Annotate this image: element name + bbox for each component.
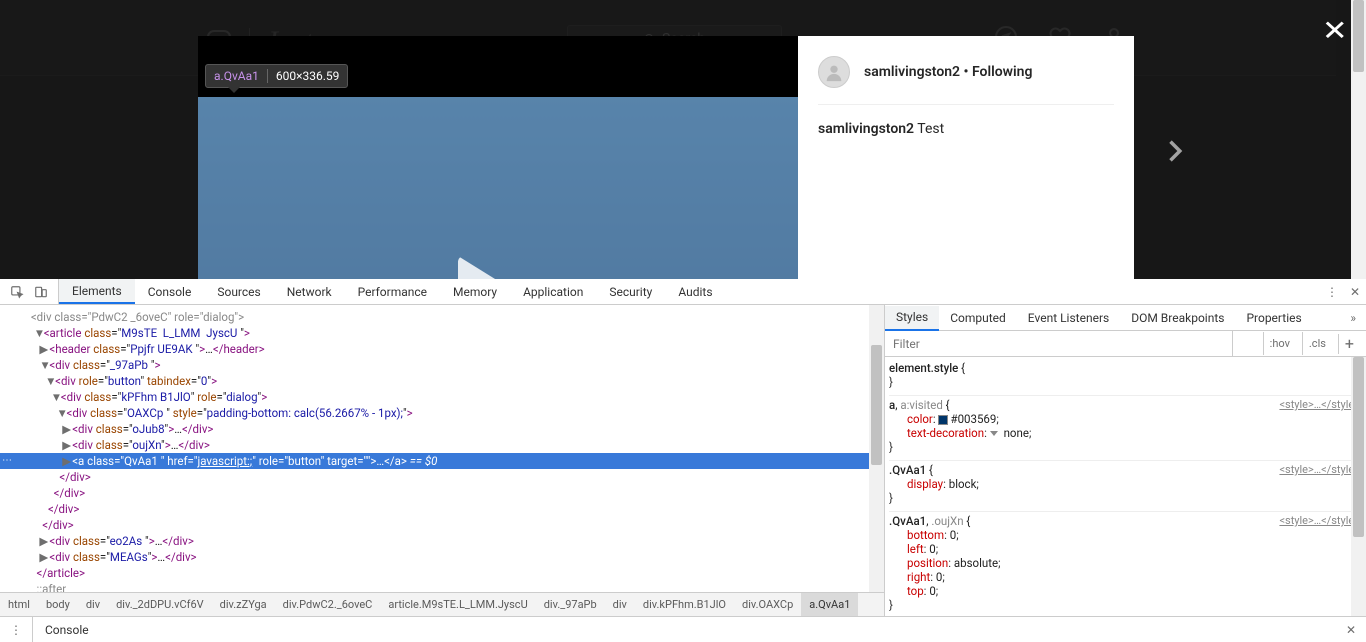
- dom-node[interactable]: ▼<div class="OAXCp " style="padding-bott…: [0, 405, 884, 421]
- dom-node[interactable]: ▶<div class="oJub8">…</div>: [0, 421, 884, 437]
- css-rule[interactable]: element.style {}: [889, 359, 1362, 396]
- dom-node[interactable]: ::after: [0, 581, 884, 592]
- breadcrumb-item[interactable]: div: [605, 593, 635, 616]
- styles-toggle-add[interactable]: +: [1338, 334, 1360, 354]
- breadcrumb-item[interactable]: div._97aPb: [536, 593, 605, 616]
- devtools-main-tabs: ElementsConsoleSourcesNetworkPerformance…: [0, 279, 1366, 305]
- drawer-close-icon[interactable]: ✕: [1346, 623, 1356, 637]
- post-username-row: samlivingston2 • Following: [864, 64, 1032, 80]
- breadcrumb-item[interactable]: body: [38, 593, 78, 616]
- follow-state[interactable]: Following: [972, 64, 1032, 80]
- inspector-highlight-overlay: [198, 97, 798, 279]
- dom-node[interactable]: ▶<div class="eo2As ">…</div>: [0, 533, 884, 549]
- caption-username[interactable]: samlivingston2: [818, 121, 914, 137]
- dom-node[interactable]: ▶<a class="QvAa1 " href="javascript:;" r…: [0, 453, 884, 469]
- css-rule[interactable]: <style>…</style>.QvAa1 {display: block;}: [889, 461, 1362, 512]
- styles-scrollbar[interactable]: [1351, 357, 1366, 616]
- styles-tab-computed[interactable]: Computed: [939, 305, 1017, 330]
- breadcrumb-item[interactable]: div.OAXCp: [734, 593, 801, 616]
- drawer-console-tab[interactable]: Console: [33, 623, 101, 637]
- dom-node[interactable]: ▶<div class="oujXn">…</div>: [0, 437, 884, 453]
- elements-dom-tree[interactable]: <div class="PdwC2 _6oveC" role="dialog">…: [0, 305, 885, 616]
- drawer-kebab-icon[interactable]: ⋮: [0, 617, 33, 642]
- css-rule[interactable]: <style>…</style>.QvAa1, .oujXn {bottom: …: [889, 512, 1362, 616]
- breadcrumb-item[interactable]: a.QvAa1: [801, 593, 858, 616]
- devtools-tab-security[interactable]: Security: [596, 279, 665, 304]
- styles-pane: StylesComputedEvent ListenersDOM Breakpo…: [885, 305, 1366, 616]
- inspector-size-tooltip: a.QvAa1 600×336.59: [205, 64, 348, 88]
- devtools-tab-network[interactable]: Network: [274, 279, 345, 304]
- dom-node[interactable]: </article>: [0, 565, 884, 581]
- dom-node[interactable]: </div>: [0, 501, 884, 517]
- devtools-tab-audits[interactable]: Audits: [665, 279, 725, 304]
- styles-tab-styles[interactable]: Styles: [885, 306, 939, 331]
- post-header: samlivingston2 • Following: [818, 56, 1114, 105]
- instagram-page-background: Instagram Search samliv: [0, 0, 1366, 279]
- breadcrumb-item[interactable]: html: [0, 593, 38, 616]
- post-caption: samlivingston2 Test: [818, 105, 1114, 137]
- devtools-tabs-right: ⋮ ✕: [1326, 285, 1360, 299]
- css-rule[interactable]: <style>…</style>a, a:visited {color: #00…: [889, 396, 1362, 461]
- breadcrumb-item[interactable]: div.zZYga: [212, 593, 275, 616]
- post-username[interactable]: samlivingston2: [864, 64, 960, 80]
- dom-node[interactable]: </div>: [0, 485, 884, 501]
- dom-node[interactable]: ▼<article class="M9sTE L_LMM JyscU ">: [0, 325, 884, 341]
- dom-node[interactable]: ▶<div class="MEAGs">…</div>: [0, 549, 884, 565]
- breadcrumb-item[interactable]: div: [78, 593, 108, 616]
- dom-node[interactable]: </div>: [0, 517, 884, 533]
- styles-toggle-cls[interactable]: .cls: [1302, 332, 1332, 355]
- devtools-kebab-icon[interactable]: ⋮: [1326, 285, 1338, 299]
- styles-tab-properties[interactable]: Properties: [1235, 305, 1312, 330]
- styles-toggles: :hov .cls +: [1257, 332, 1366, 355]
- styles-filter-input[interactable]: [885, 331, 1233, 356]
- styles-toolbar: :hov .cls +: [885, 331, 1366, 357]
- dom-node[interactable]: ▶<header class="Ppjfr UE9AK ">…</header>: [0, 341, 884, 357]
- dom-node[interactable]: ▼<div class="kPFhm B1JlO" role="dialog">: [0, 389, 884, 405]
- play-icon: [458, 256, 516, 279]
- chevron-right-icon: [1160, 137, 1188, 165]
- devtools-tab-application[interactable]: Application: [510, 279, 596, 304]
- devtools-tab-console[interactable]: Console: [135, 279, 205, 304]
- tooltip-selector: a.QvAa1: [214, 69, 259, 83]
- page-scrollbar[interactable]: [1351, 0, 1366, 279]
- devtools-panel: ElementsConsoleSourcesNetworkPerformance…: [0, 279, 1366, 642]
- dom-node[interactable]: <div class="PdwC2 _6oveC" role="dialog">: [0, 309, 884, 325]
- devtools-tab-performance[interactable]: Performance: [345, 279, 440, 304]
- devtools-drawer: ⋮ Console ✕: [0, 616, 1366, 642]
- dom-node[interactable]: </div>: [0, 469, 884, 485]
- device-toggle-icon[interactable]: [34, 285, 48, 299]
- close-modal-button[interactable]: ✕: [1321, 14, 1347, 47]
- dom-breadcrumbs[interactable]: htmlbodydivdiv._2dDPU.vCf6Vdiv.zZYgadiv.…: [0, 592, 884, 616]
- devtools-close-icon[interactable]: ✕: [1350, 285, 1360, 299]
- devtools-body: <div class="PdwC2 _6oveC" role="dialog">…: [0, 305, 1366, 616]
- styles-scrollbar-thumb[interactable]: [1353, 357, 1364, 537]
- avatar[interactable]: [818, 56, 850, 88]
- tooltip-dimensions: 600×336.59: [276, 69, 340, 83]
- devtools-tab-memory[interactable]: Memory: [440, 279, 510, 304]
- styles-tabs-overflow-icon[interactable]: »: [1340, 311, 1366, 325]
- styles-rules-list[interactable]: element.style {}<style>…</style>a, a:vis…: [885, 357, 1366, 616]
- dom-node[interactable]: ▼<div class="_97aPb ">: [0, 357, 884, 373]
- devtools-tab-sources[interactable]: Sources: [204, 279, 273, 304]
- styles-tab-dom-breakpoints[interactable]: DOM Breakpoints: [1120, 305, 1235, 330]
- styles-toggle-hov[interactable]: :hov: [1263, 332, 1296, 355]
- styles-tabs: StylesComputedEvent ListenersDOM Breakpo…: [885, 305, 1366, 331]
- styles-tab-event-listeners[interactable]: Event Listeners: [1017, 305, 1120, 330]
- avatar-placeholder-icon: [823, 61, 845, 83]
- breadcrumb-item[interactable]: div.PdwC2._6oveC: [275, 593, 381, 616]
- breadcrumb-item[interactable]: article.M9sTE.L_LMM.JyscU: [380, 593, 535, 616]
- page-scrollbar-thumb[interactable]: [1353, 0, 1364, 72]
- caption-text: Test: [917, 121, 944, 137]
- inspect-element-icon[interactable]: [10, 285, 24, 299]
- play-button[interactable]: [458, 256, 516, 279]
- breadcrumb-item[interactable]: div.kPFhm.B1JlO: [635, 593, 734, 616]
- dom-node[interactable]: ▼<div role="button" tabindex="0">: [0, 373, 884, 389]
- breadcrumb-item[interactable]: div._2dDPU.vCf6V: [108, 593, 212, 616]
- devtools-tab-elements[interactable]: Elements: [59, 279, 135, 304]
- dom-scrollbar-thumb[interactable]: [871, 345, 882, 465]
- post-sidebar: samlivingston2 • Following samlivingston…: [798, 36, 1134, 279]
- dot-separator: •: [964, 64, 972, 80]
- dom-scrollbar[interactable]: [869, 305, 884, 592]
- next-post-arrow[interactable]: [1160, 128, 1188, 175]
